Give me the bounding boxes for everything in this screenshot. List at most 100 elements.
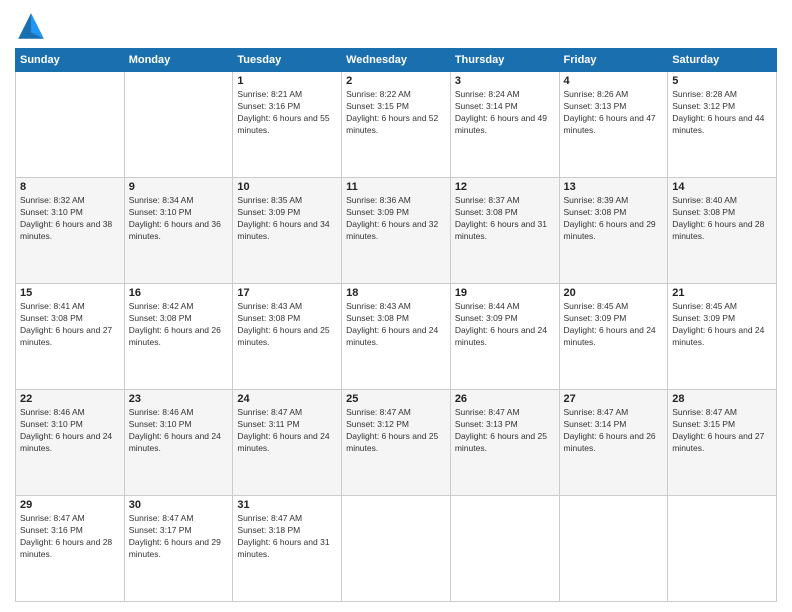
calendar-header-cell: Friday <box>559 49 668 72</box>
page: SundayMondayTuesdayWednesdayThursdayFrid… <box>0 0 792 612</box>
calendar-day-cell: 2 Sunrise: 8:22 AMSunset: 3:15 PMDaylight… <box>342 72 451 178</box>
day-info: Sunrise: 8:45 AMSunset: 3:09 PMDaylight:… <box>672 301 772 349</box>
calendar-day-cell: 3 Sunrise: 8:24 AMSunset: 3:14 PMDaylight… <box>450 72 559 178</box>
day-number: 20 <box>564 287 664 299</box>
day-info: Sunrise: 8:22 AMSunset: 3:15 PMDaylight:… <box>346 89 446 137</box>
calendar-week-row: 15 Sunrise: 8:41 AMSunset: 3:08 PMDayligh… <box>16 284 777 390</box>
day-number: 19 <box>455 287 555 299</box>
calendar-day-cell: 29 Sunrise: 8:47 AMSunset: 3:16 PMDayligh… <box>16 496 125 602</box>
day-info: Sunrise: 8:47 AMSunset: 3:18 PMDaylight:… <box>237 513 337 561</box>
day-info: Sunrise: 8:43 AMSunset: 3:08 PMDaylight:… <box>237 301 337 349</box>
day-info: Sunrise: 8:46 AMSunset: 3:10 PMDaylight:… <box>129 407 229 455</box>
calendar-day-cell: 20 Sunrise: 8:45 AMSunset: 3:09 PMDayligh… <box>559 284 668 390</box>
calendar-day-cell: 9 Sunrise: 8:34 AMSunset: 3:10 PMDaylight… <box>124 178 233 284</box>
day-number: 24 <box>237 393 337 405</box>
day-number: 23 <box>129 393 229 405</box>
day-number: 18 <box>346 287 446 299</box>
calendar-header-cell: Monday <box>124 49 233 72</box>
day-number: 13 <box>564 181 664 193</box>
day-info: Sunrise: 8:39 AMSunset: 3:08 PMDaylight:… <box>564 195 664 243</box>
day-info: Sunrise: 8:32 AMSunset: 3:10 PMDaylight:… <box>20 195 120 243</box>
day-number: 21 <box>672 287 772 299</box>
calendar-header-cell: Thursday <box>450 49 559 72</box>
day-info: Sunrise: 8:21 AMSunset: 3:16 PMDaylight:… <box>237 89 337 137</box>
day-number: 4 <box>564 75 664 87</box>
day-number: 29 <box>20 499 120 511</box>
day-number: 26 <box>455 393 555 405</box>
day-info: Sunrise: 8:47 AMSunset: 3:14 PMDaylight:… <box>564 407 664 455</box>
day-info: Sunrise: 8:36 AMSunset: 3:09 PMDaylight:… <box>346 195 446 243</box>
day-number: 3 <box>455 75 555 87</box>
calendar-day-cell: 16 Sunrise: 8:42 AMSunset: 3:08 PMDayligh… <box>124 284 233 390</box>
calendar-day-cell <box>124 72 233 178</box>
day-info: Sunrise: 8:43 AMSunset: 3:08 PMDaylight:… <box>346 301 446 349</box>
day-info: Sunrise: 8:24 AMSunset: 3:14 PMDaylight:… <box>455 89 555 137</box>
day-info: Sunrise: 8:26 AMSunset: 3:13 PMDaylight:… <box>564 89 664 137</box>
day-info: Sunrise: 8:35 AMSunset: 3:09 PMDaylight:… <box>237 195 337 243</box>
calendar-day-cell: 12 Sunrise: 8:37 AMSunset: 3:08 PMDayligh… <box>450 178 559 284</box>
calendar-day-cell: 31 Sunrise: 8:47 AMSunset: 3:18 PMDayligh… <box>233 496 342 602</box>
day-number: 28 <box>672 393 772 405</box>
day-number: 16 <box>129 287 229 299</box>
calendar-day-cell: 25 Sunrise: 8:47 AMSunset: 3:12 PMDayligh… <box>342 390 451 496</box>
calendar-body: 1 Sunrise: 8:21 AMSunset: 3:16 PMDaylight… <box>16 72 777 602</box>
calendar-day-cell: 1 Sunrise: 8:21 AMSunset: 3:16 PMDaylight… <box>233 72 342 178</box>
calendar-day-cell: 8Sunrise: 8:32 AMSunset: 3:10 PMDaylight… <box>16 178 125 284</box>
day-number: 11 <box>346 181 446 193</box>
calendar-day-cell: 22Sunrise: 8:46 AMSunset: 3:10 PMDayligh… <box>16 390 125 496</box>
calendar-day-cell <box>342 496 451 602</box>
calendar-day-cell: 4 Sunrise: 8:26 AMSunset: 3:13 PMDaylight… <box>559 72 668 178</box>
day-number: 31 <box>237 499 337 511</box>
day-info: Sunrise: 8:47 AMSunset: 3:16 PMDaylight:… <box>20 513 120 561</box>
calendar-day-cell: 24 Sunrise: 8:47 AMSunset: 3:11 PMDayligh… <box>233 390 342 496</box>
day-info: Sunrise: 8:47 AMSunset: 3:17 PMDaylight:… <box>129 513 229 561</box>
calendar-day-cell: 21 Sunrise: 8:45 AMSunset: 3:09 PMDayligh… <box>668 284 777 390</box>
day-info: Sunrise: 8:47 AMSunset: 3:13 PMDaylight:… <box>455 407 555 455</box>
day-info: Sunrise: 8:42 AMSunset: 3:08 PMDaylight:… <box>129 301 229 349</box>
day-number: 15 <box>20 287 120 299</box>
day-info: Sunrise: 8:41 AMSunset: 3:08 PMDaylight:… <box>20 301 120 349</box>
day-number: 2 <box>346 75 446 87</box>
logo <box>15 10 51 42</box>
calendar-day-cell: 5 Sunrise: 8:28 AMSunset: 3:12 PMDaylight… <box>668 72 777 178</box>
day-number: 12 <box>455 181 555 193</box>
day-info: Sunrise: 8:34 AMSunset: 3:10 PMDaylight:… <box>129 195 229 243</box>
calendar-day-cell: 27 Sunrise: 8:47 AMSunset: 3:14 PMDayligh… <box>559 390 668 496</box>
day-info: Sunrise: 8:40 AMSunset: 3:08 PMDaylight:… <box>672 195 772 243</box>
day-number: 27 <box>564 393 664 405</box>
day-number: 1 <box>237 75 337 87</box>
calendar-table: SundayMondayTuesdayWednesdayThursdayFrid… <box>15 48 777 602</box>
calendar-header-row: SundayMondayTuesdayWednesdayThursdayFrid… <box>16 49 777 72</box>
calendar-week-row: 8Sunrise: 8:32 AMSunset: 3:10 PMDaylight… <box>16 178 777 284</box>
calendar-header-cell: Sunday <box>16 49 125 72</box>
calendar-day-cell: 26 Sunrise: 8:47 AMSunset: 3:13 PMDayligh… <box>450 390 559 496</box>
calendar-day-cell: 28 Sunrise: 8:47 AMSunset: 3:15 PMDayligh… <box>668 390 777 496</box>
calendar-day-cell: 15 Sunrise: 8:41 AMSunset: 3:08 PMDayligh… <box>16 284 125 390</box>
calendar-day-cell: 30Sunrise: 8:47 AMSunset: 3:17 PMDayligh… <box>124 496 233 602</box>
day-info: Sunrise: 8:37 AMSunset: 3:08 PMDaylight:… <box>455 195 555 243</box>
logo-icon <box>15 10 47 42</box>
calendar-header-cell: Tuesday <box>233 49 342 72</box>
day-info: Sunrise: 8:47 AMSunset: 3:15 PMDaylight:… <box>672 407 772 455</box>
day-info: Sunrise: 8:28 AMSunset: 3:12 PMDaylight:… <box>672 89 772 137</box>
day-number: 5 <box>672 75 772 87</box>
calendar-day-cell <box>668 496 777 602</box>
day-info: Sunrise: 8:44 AMSunset: 3:09 PMDaylight:… <box>455 301 555 349</box>
day-info: Sunrise: 8:45 AMSunset: 3:09 PMDaylight:… <box>564 301 664 349</box>
calendar-day-cell: 14 Sunrise: 8:40 AMSunset: 3:08 PMDayligh… <box>668 178 777 284</box>
day-number: 9 <box>129 181 229 193</box>
day-number: 25 <box>346 393 446 405</box>
day-info: Sunrise: 8:47 AMSunset: 3:11 PMDaylight:… <box>237 407 337 455</box>
calendar-day-cell <box>450 496 559 602</box>
calendar-day-cell <box>16 72 125 178</box>
calendar-week-row: 1 Sunrise: 8:21 AMSunset: 3:16 PMDaylight… <box>16 72 777 178</box>
calendar-header-cell: Saturday <box>668 49 777 72</box>
calendar-header-cell: Wednesday <box>342 49 451 72</box>
day-number: 10 <box>237 181 337 193</box>
calendar-day-cell: 18 Sunrise: 8:43 AMSunset: 3:08 PMDayligh… <box>342 284 451 390</box>
calendar-day-cell: 13 Sunrise: 8:39 AMSunset: 3:08 PMDayligh… <box>559 178 668 284</box>
calendar-week-row: 29 Sunrise: 8:47 AMSunset: 3:16 PMDayligh… <box>16 496 777 602</box>
day-number: 22 <box>20 393 120 405</box>
day-info: Sunrise: 8:47 AMSunset: 3:12 PMDaylight:… <box>346 407 446 455</box>
day-number: 14 <box>672 181 772 193</box>
